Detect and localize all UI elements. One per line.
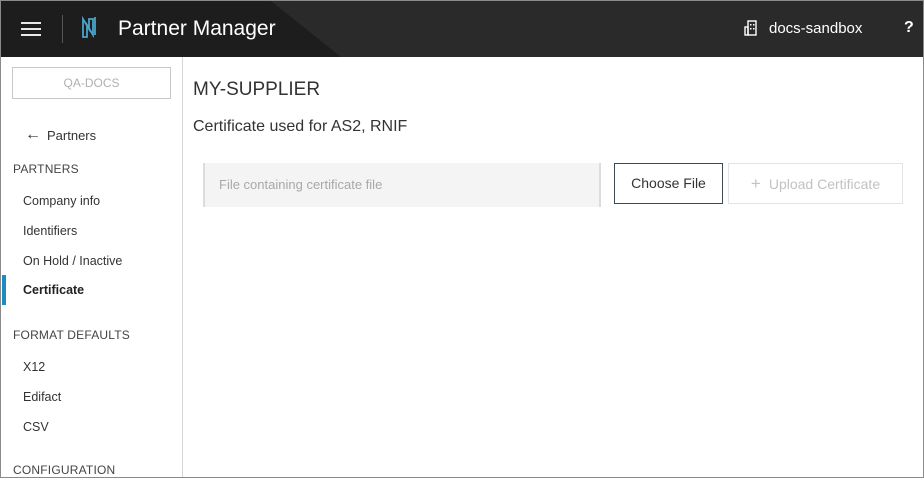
active-indicator	[2, 275, 6, 305]
hamburger-menu-icon[interactable]	[19, 17, 43, 41]
app-logo-icon	[82, 15, 96, 39]
sidebar-item-certificate[interactable]: Certificate	[23, 283, 84, 297]
page-title: MY-SUPPLIER	[193, 79, 321, 100]
back-link-label: Partners	[47, 127, 97, 143]
plus-icon: +	[750, 174, 761, 193]
app-window: Partner Manager docs-sandbox ? QA-DOCS ←…	[0, 0, 924, 478]
sidebar-item-edifact[interactable]: Edifact	[23, 390, 61, 404]
section-header-configuration: CONFIGURATION	[13, 463, 116, 477]
sidebar-item-x12[interactable]: X12	[23, 360, 45, 374]
sidebar-item-identifiers[interactable]: Identifiers	[23, 224, 77, 238]
sidebar: QA-DOCS ← Partners PARTNERS Company info…	[1, 57, 183, 477]
tenant-box[interactable]: QA-DOCS	[12, 67, 171, 99]
top-header: Partner Manager docs-sandbox ?	[1, 1, 923, 57]
upload-certificate-label: Upload Certificate	[768, 176, 881, 192]
tenant-selector[interactable]: docs-sandbox	[769, 19, 862, 39]
app-title: Partner Manager	[118, 17, 276, 40]
section-header-format-defaults: FORMAT DEFAULTS	[13, 328, 131, 342]
choose-file-button[interactable]: Choose File	[614, 163, 723, 204]
arrow-left-icon: ←	[25, 126, 41, 143]
header-divider	[62, 15, 63, 43]
help-button[interactable]: ?	[904, 18, 914, 38]
sidebar-item-company-info[interactable]: Company info	[23, 194, 100, 208]
upload-certificate-button[interactable]: + Upload Certificate	[728, 163, 903, 204]
section-header-partners: PARTNERS	[13, 162, 79, 176]
page-subtitle: Certificate used for AS2, RNIF	[193, 118, 408, 135]
certificate-file-input[interactable]: File containing certificate file	[203, 163, 601, 207]
building-icon	[744, 20, 757, 36]
back-to-partners-link[interactable]: ← Partners	[25, 127, 96, 143]
sidebar-item-on-hold-inactive[interactable]: On Hold / Inactive	[23, 254, 122, 268]
sidebar-item-csv[interactable]: CSV	[23, 420, 49, 434]
